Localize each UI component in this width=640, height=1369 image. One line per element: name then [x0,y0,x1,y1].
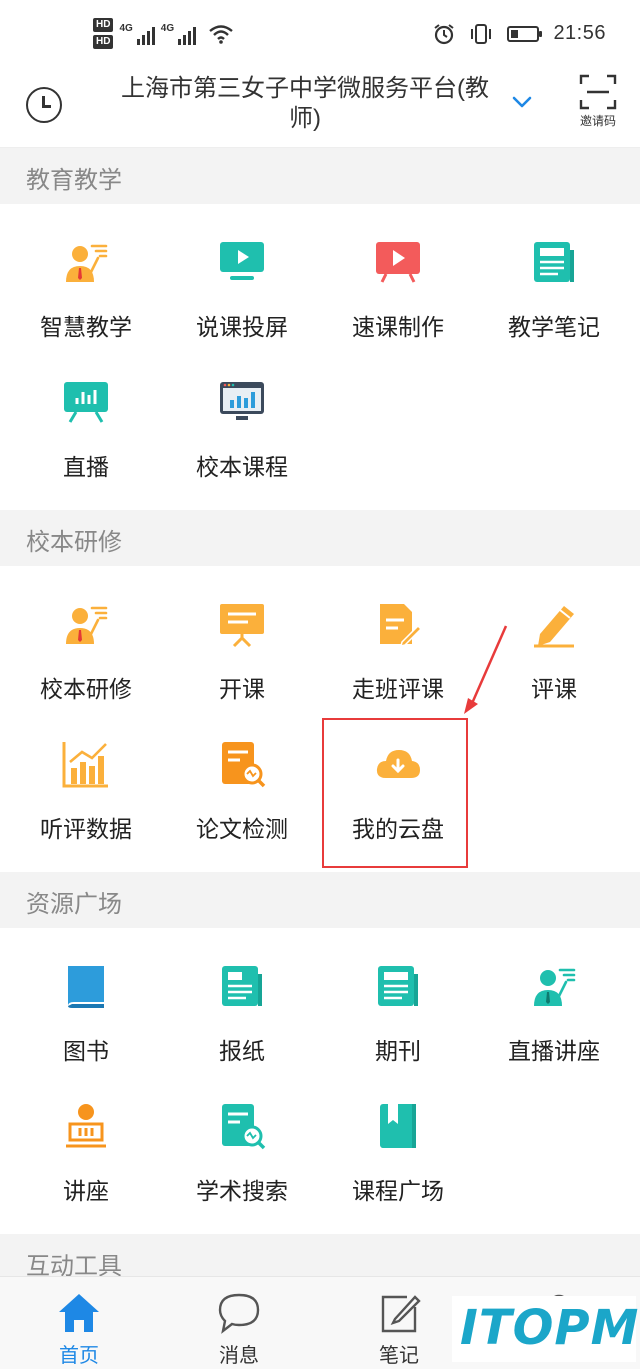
status-time: 21:56 [553,22,606,44]
section-grid-teaching: 智慧教学 说课投屏 速课制作 教学笔记 直播 校本课程 [0,204,640,514]
app-header: 上海市第三女子中学微服务平台(教 师) 邀请码 [0,72,640,148]
tile-label: 教学笔记 [508,314,600,340]
tile-label: 校本研修 [40,676,132,702]
scan-icon [579,74,617,110]
tile-label: 校本课程 [196,454,288,480]
tile-school-course[interactable]: 校本课程 [164,344,320,484]
tile-live[interactable]: 直播 [8,344,164,484]
annotation-arrow-icon [464,625,508,714]
section-header-research: 校本研修 [0,510,640,566]
section-grid-resources: 图书 报纸 期刊 直播讲座 讲座 学术搜索 课程广场 [0,928,640,1238]
newspaper-icon [222,966,262,1006]
invite-code-button[interactable]: 邀请码 [570,72,626,132]
signal-1-icon: 4G [119,23,155,45]
tab-home[interactable]: 首页 [24,1277,134,1369]
lecture-presenter-icon [534,968,576,1006]
tile-quick-course[interactable]: 速课制作 [320,204,476,344]
vibrate-icon [471,23,492,44]
section-header-teaching: 教育教学 [0,148,640,204]
alarm-icon [434,23,455,44]
tile-live-lecture[interactable]: 直播讲座 [476,928,632,1068]
tile-label: 说课投屏 [196,314,288,340]
tile-course-plaza[interactable]: 课程广场 [320,1068,476,1208]
tile-label: 报纸 [219,1038,265,1064]
section-title: 教育教学 [26,167,122,194]
tile-newspapers[interactable]: 报纸 [164,928,320,1068]
tile-label: 讲座 [63,1178,109,1204]
document-search-icon [222,742,266,788]
tile-label: 走班评课 [352,676,444,702]
tile-lecture[interactable]: 讲座 [8,1068,164,1208]
presentation-board-icon [220,604,264,648]
hd2-badge: HD [93,35,114,49]
tile-class-evaluation[interactable]: 走班评课 [320,566,476,706]
tile-lesson-cast[interactable]: 说课投屏 [164,204,320,344]
section-grid-research: 校本研修 开课 走班评课 评课 听评数据 论文检测 我的云盘 [0,566,640,876]
tile-label: 直播 [63,454,109,480]
notes-document-icon [534,242,574,282]
screen-play-icon [220,242,264,280]
tile-label: 论文检测 [196,816,288,842]
tile-label: 速课制作 [352,314,444,340]
live-board-icon [64,382,108,423]
tile-label: 直播讲座 [508,1038,600,1064]
chat-bubble-icon [218,1293,260,1334]
watermark-text: ITOPM [460,1300,640,1356]
tile-teaching-notes[interactable]: 教学笔记 [476,204,632,344]
book-icon [68,966,104,1008]
tile-label: 听评数据 [40,816,132,842]
note-edit-icon [381,1295,421,1333]
network-indicators: HD HD 4G 4G [93,18,234,49]
tab-notes[interactable]: 笔记 [344,1277,454,1369]
tile-school-research[interactable]: 校本研修 [8,566,164,706]
history-clock-icon[interactable] [26,87,62,123]
tile-paper-check[interactable]: 论文检测 [164,706,320,846]
tile-listen-data[interactable]: 听评数据 [8,706,164,846]
video-play-icon [376,242,420,283]
tile-label: 图书 [63,1038,109,1064]
bar-chart-icon [62,742,108,788]
tile-open-class[interactable]: 开课 [164,566,320,706]
tile-smart-teaching[interactable]: 智慧教学 [8,204,164,344]
tile-academic-search[interactable]: 学术搜索 [164,1068,320,1208]
title-line-2: 师) [289,105,321,132]
home-icon [59,1294,99,1332]
tab-label: 首页 [59,1345,99,1367]
tab-label: 消息 [219,1345,259,1367]
document-edit-icon [380,604,422,648]
section-header-resources: 资源广场 [0,872,640,928]
page-title[interactable]: 上海市第三女子中学微服务平台(教 师) [100,74,510,134]
tab-label: 笔记 [379,1345,419,1367]
teacher-presenting-icon [66,606,108,644]
tile-books[interactable]: 图书 [8,928,164,1068]
tile-label: 学术搜索 [196,1178,288,1204]
highlight-box [322,718,468,868]
watermark-logo: ITOPM [452,1296,640,1362]
hd1-badge: HD [93,18,114,32]
tab-messages[interactable]: 消息 [184,1277,294,1369]
wifi-icon [209,24,233,44]
invite-code-label: 邀请码 [579,114,616,128]
bookmark-book-icon [380,1104,416,1148]
tile-journals[interactable]: 期刊 [320,928,476,1068]
chevron-down-icon[interactable] [512,92,532,112]
teacher-presenting-icon [66,244,108,282]
signal-2-icon: 4G [161,23,197,45]
journal-icon [378,966,418,1006]
tile-label: 期刊 [375,1038,421,1064]
tile-label: 开课 [219,676,265,702]
pencil-icon [534,606,574,648]
status-bar: HD HD 4G 4G 21:56 [0,0,640,72]
monitor-chart-icon [220,382,264,420]
battery-icon [507,25,543,42]
tile-label: 智慧教学 [40,314,132,340]
tile-label: 课程广场 [352,1178,444,1204]
academic-search-icon [222,1104,266,1150]
section-title: 校本研修 [26,529,122,556]
status-right: 21:56 [433,22,606,45]
section-title: 资源广场 [26,891,122,918]
title-line-1: 上海市第三女子中学微服务平台(教 [121,75,489,102]
podium-speaker-icon [66,1104,106,1148]
